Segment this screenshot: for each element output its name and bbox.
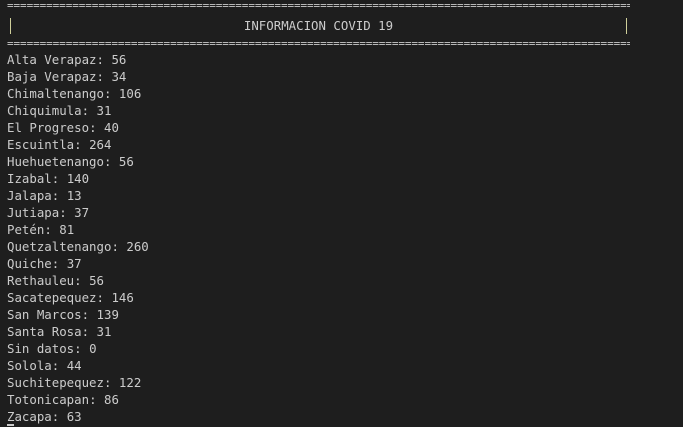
case-count: 260 (126, 239, 149, 254)
department-name: El Progreso (7, 120, 90, 135)
list-item: Jutiapa: 37 (7, 204, 149, 221)
case-count: 37 (74, 205, 90, 220)
case-count: 140 (66, 171, 90, 186)
bottom-border-rule: ========================================… (7, 40, 630, 47)
list-item: San Marcos: 139 (7, 306, 149, 323)
department-name: San Marcos (7, 307, 82, 322)
case-count: 40 (103, 120, 119, 135)
page-title: INFORMACION COVID 19 (243, 18, 394, 33)
separator: : (103, 86, 119, 101)
list-item: Chiquimula: 31 (7, 102, 149, 119)
list-item: Jalapa: 13 (7, 187, 149, 204)
list-item: Baja Verapaz: 34 (7, 68, 149, 85)
list-item: Santa Rosa: 31 (7, 323, 149, 340)
case-count: 31 (96, 103, 112, 118)
list-item: Sacatepequez: 146 (7, 289, 149, 306)
case-count: 146 (111, 290, 134, 305)
case-count: 106 (118, 86, 142, 101)
case-count: 56 (111, 52, 127, 67)
list-item: Suchitepequez: 122 (7, 374, 149, 391)
separator: : (51, 188, 67, 203)
terminal-cursor (7, 424, 14, 426)
department-name: Alta Verapaz (7, 52, 97, 67)
separator: : (96, 69, 112, 84)
separator: : (111, 239, 127, 254)
case-count: 81 (59, 222, 75, 237)
right-border-bar (626, 18, 627, 34)
case-count: 56 (89, 273, 104, 288)
case-count: 139 (96, 307, 119, 322)
separator: : (51, 358, 67, 373)
list-item: El Progreso: 40 (7, 119, 149, 136)
case-count: 31 (96, 324, 112, 339)
list-item: Zacapa: 63 (7, 408, 149, 425)
department-name: Chiquimula (7, 103, 82, 118)
case-count: 56 (118, 154, 134, 169)
separator: : (44, 222, 60, 237)
separator: : (96, 52, 112, 67)
list-item: Sin datos: 0 (7, 340, 149, 357)
case-count: 13 (66, 188, 82, 203)
case-count: 34 (111, 69, 127, 84)
department-name: Solola (7, 358, 52, 373)
case-count: 63 (66, 409, 82, 424)
case-count: 122 (118, 375, 142, 390)
department-name: Chimaltenango (7, 86, 104, 101)
department-name: Santa Rosa (7, 324, 82, 339)
department-list: Alta Verapaz: 56 Baja Verapaz: 34 Chimalte… (7, 51, 149, 425)
department-name: Suchitepequez (7, 375, 104, 390)
separator: : (103, 375, 119, 390)
separator: : (89, 120, 104, 135)
case-count: 37 (66, 256, 82, 271)
department-name: Sin datos (7, 341, 75, 356)
separator: : (81, 307, 97, 322)
list-item: Huehuetenango: 56 (7, 153, 149, 170)
department-name: Baja Verapaz (7, 69, 97, 84)
department-name: Totonicapan (7, 392, 90, 407)
department-name: Izabal (7, 171, 52, 186)
list-item: Petén: 81 (7, 221, 149, 238)
list-item: Quetzaltenango: 260 (7, 238, 149, 255)
title-banner: INFORMACION COVID 19 (7, 17, 630, 35)
department-name: Jutiapa (7, 205, 60, 220)
department-name: Escuintla (7, 137, 75, 152)
separator: : (51, 409, 67, 424)
separator: : (74, 273, 90, 288)
list-item: Rethauleu: 56 (7, 272, 149, 289)
department-name: Zacapa (7, 409, 52, 424)
department-name: Quetzaltenango (7, 239, 112, 254)
terminal-output: ========================================… (0, 0, 683, 427)
separator: : (103, 154, 119, 169)
separator: : (96, 290, 112, 305)
list-item: Alta Verapaz: 56 (7, 51, 149, 68)
top-border-rule: ========================================… (7, 2, 630, 9)
department-name: Quiche (7, 256, 52, 271)
separator: : (74, 137, 90, 152)
case-count: 0 (89, 341, 97, 356)
case-count: 44 (66, 358, 82, 373)
list-item: Totonicapan: 86 (7, 391, 149, 408)
separator: : (51, 256, 67, 271)
department-name: Petén (7, 222, 45, 237)
separator: : (59, 205, 75, 220)
department-name: Rethauleu (7, 273, 75, 288)
department-name: Jalapa (7, 188, 52, 203)
separator: : (74, 341, 90, 356)
separator: : (81, 324, 97, 339)
list-item: Quiche: 37 (7, 255, 149, 272)
list-item: Chimaltenango: 106 (7, 85, 149, 102)
list-item: Escuintla: 264 (7, 136, 149, 153)
case-count: 264 (89, 137, 112, 152)
department-name: Sacatepequez (7, 290, 97, 305)
list-item: Solola: 44 (7, 357, 149, 374)
separator: : (81, 103, 97, 118)
separator: : (51, 171, 67, 186)
case-count: 86 (103, 392, 119, 407)
department-name: Huehuetenango (7, 154, 104, 169)
list-item: Izabal: 140 (7, 170, 149, 187)
separator: : (89, 392, 104, 407)
